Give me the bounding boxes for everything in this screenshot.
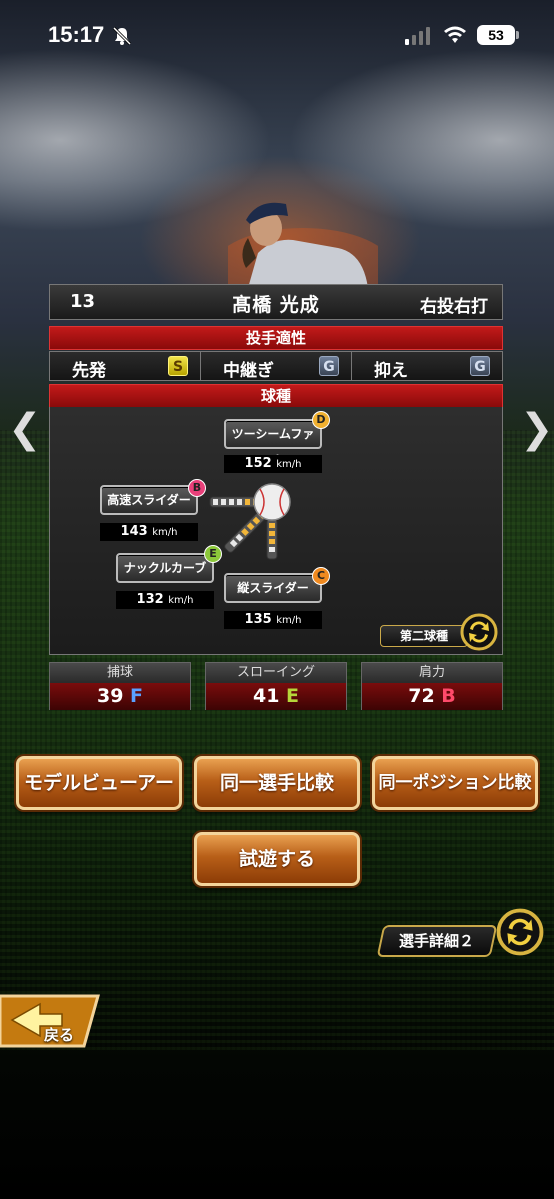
aptitude-middle: 中継ぎ G [201,352,352,381]
same-position-compare-button[interactable]: 同一ポジション比較 [372,756,538,810]
stat-value: 39 F [50,683,190,710]
speed-value: 152 [244,456,272,471]
player-image [228,202,378,288]
chevron-right-icon[interactable]: ❯ [520,406,554,452]
pitch-speed: 132 km/h [116,591,214,609]
stat-value: 41 E [206,683,346,710]
try-play-button[interactable]: 試遊する [194,832,360,886]
swap-icon[interactable] [496,908,544,956]
battery-indicator: 53 [477,25,519,45]
player-detail-button[interactable]: 選手詳細２ [376,925,498,957]
pitch-vertical-slider[interactable]: 縦スライダー [224,573,322,603]
stat-number: 39 [96,685,124,707]
stat-label: スローイング [206,663,346,683]
aptitude-label: 先発 [72,361,106,381]
pitch-grade-badge: C [312,567,330,585]
stat-throwing: スローイング 41 E [205,662,347,710]
model-viewer-button[interactable]: モデルビューアー [16,756,182,810]
pitch-chart: ツーシームファスト D 152 km/h 高速スライダー B 143 km/h … [49,407,503,655]
pitch-fast-slider[interactable]: 高速スライダー [100,485,198,515]
pitch-speed: 143 km/h [100,523,198,541]
aptitude-closer: 抑え G [352,352,502,381]
speed-unit: km/h [276,459,302,470]
stat-grade: E [286,685,300,707]
stat-number: 72 [408,685,435,707]
speed-value: 135 [244,612,272,627]
player-detail-label: 選手詳細２ [399,932,475,950]
second-pitch-button[interactable]: 第二球種 [380,625,468,647]
stat-catching: 捕球 39 F [49,662,191,710]
pitch-two-seam[interactable]: ツーシームファスト [224,419,322,467]
stat-number: 41 [252,685,280,707]
pitch-speed: 152 km/h [224,455,322,473]
bell-slash-icon [112,26,132,46]
stat-grade: F [130,685,144,707]
aptitude-label: 抑え [374,361,408,381]
aptitude-starter: 先発 S [50,352,201,381]
aptitude-row: 先発 S 中継ぎ G 抑え G [49,351,503,381]
pitch-knuckle-curve[interactable]: ナックルカーブ [116,553,214,583]
stat-label: 捕球 [50,663,190,683]
aptitude-label: 中継ぎ [223,361,274,381]
status-time: 15:17 [48,22,105,47]
stat-label: 肩力 [362,663,502,683]
stat-value: 72 B [362,683,502,710]
stat-arm-strength: 肩力 72 B [361,662,503,710]
pitch-speed: 135 km/h [224,611,322,629]
pitch-name: 高速スライダー [107,493,191,507]
same-player-compare-button[interactable]: 同一選手比較 [194,756,360,810]
speed-value: 143 [120,524,148,539]
aptitude-grade: S [168,356,188,376]
pitch-name: 縦スライダー [237,581,309,595]
pitch-grade-badge: D [312,411,330,429]
swap-icon[interactable] [460,613,498,651]
pitch-grade-badge: B [188,479,206,497]
chevron-left-icon[interactable]: ❮ [8,406,42,452]
pitches-title: 球種 [49,384,503,408]
speed-unit: km/h [168,595,194,606]
pitch-grade-badge: E [204,545,222,563]
stat-grade: B [441,685,456,707]
aptitude-grade: G [319,356,339,376]
back-label: 戻る [44,1026,75,1044]
speed-unit: km/h [276,615,302,626]
speed-unit: km/h [152,527,178,538]
handedness: 右投右打 [420,297,488,317]
aptitude-title: 投手適性 [49,326,503,350]
cellular-signal-icon [405,27,430,45]
player-header: 13 髙橋 光成 右投右打 [49,284,503,320]
aptitude-grade: G [470,356,490,376]
back-button[interactable]: 戻る [0,994,100,1048]
speed-value: 132 [136,592,164,607]
pitch-name: ナックルカーブ [123,561,207,575]
wifi-icon [444,26,466,43]
